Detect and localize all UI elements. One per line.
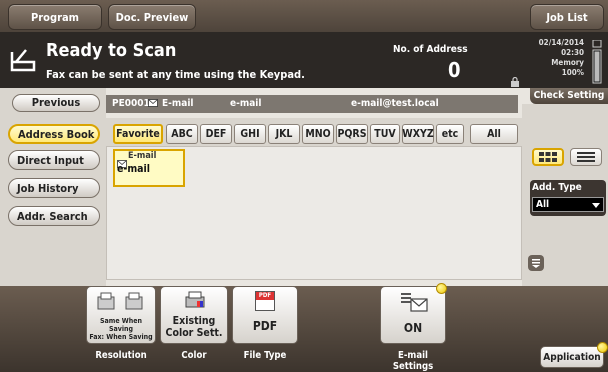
add-type-value: All	[536, 199, 550, 210]
color-label: Color	[181, 350, 207, 361]
list-item[interactable]: E-mail e-mail	[113, 149, 185, 187]
scroll-icon	[532, 259, 540, 268]
email-settings-value: ON	[403, 321, 423, 335]
grid-view-icon	[539, 152, 557, 162]
file-type-button[interactable]: PDF PDF	[232, 286, 298, 344]
resolution-button[interactable]: Same When Saving Fax: When Saving	[86, 286, 156, 344]
email-settings-icon	[401, 293, 428, 312]
previous-button[interactable]: Previous	[12, 94, 100, 112]
index-tab-jkl[interactable]: JKL	[268, 124, 300, 144]
chevron-down-icon	[592, 203, 600, 208]
list-view-button[interactable]	[570, 148, 602, 166]
sidebar-item-direct-input[interactable]: Direct Input	[8, 150, 100, 170]
doc-preview-tab[interactable]: Doc. Preview	[108, 4, 196, 30]
destination-address: e-mail@test.local	[351, 98, 439, 109]
memory-value: 100%	[561, 68, 584, 77]
index-tab-pqrs[interactable]: PQRS	[336, 124, 368, 144]
status-title: Ready to Scan	[46, 40, 177, 61]
index-tab-ghi[interactable]: GHI	[234, 124, 266, 144]
add-type-panel: Add. Type All	[530, 180, 606, 216]
color-value: Existing Color Sett.	[165, 315, 223, 339]
time-text: 02:30	[561, 48, 584, 57]
address-count-label: No. of Address	[393, 44, 468, 55]
email-settings-caption-line2: Settings	[392, 361, 434, 372]
status-message: Fax can be sent at any time using the Ke…	[46, 68, 305, 81]
email-settings-button[interactable]: ON	[380, 286, 446, 344]
entry-name: e-mail	[117, 163, 151, 175]
setting-changed-indicator	[436, 283, 447, 294]
index-tab-wxyz[interactable]: WXYZ	[402, 124, 434, 144]
resolution-icon	[97, 292, 143, 310]
printer-color-icon	[185, 291, 205, 308]
file-type-label: File Type	[243, 350, 287, 361]
add-type-select[interactable]: All	[532, 197, 604, 212]
scroll-button[interactable]	[528, 255, 544, 271]
entry-type: E-mail	[128, 151, 157, 161]
index-tab-etc[interactable]: etc	[436, 124, 464, 144]
date-time-memory: 02/14/2014 02:30 Memory 100%	[530, 38, 584, 78]
destination-name: e-mail	[230, 98, 262, 109]
resolution-value: Same When Saving Fax: When Saving	[87, 317, 155, 341]
address-count: 0	[448, 58, 461, 82]
grid-view-button[interactable]	[532, 148, 564, 166]
destination-id: PE0001	[112, 98, 150, 109]
sidebar-item-job-history[interactable]: Job History	[8, 178, 100, 198]
index-tab-all[interactable]: All	[470, 124, 518, 144]
color-button[interactable]: Existing Color Sett.	[160, 286, 228, 344]
email-settings-caption-line1: E-mail	[398, 350, 428, 361]
index-tab-def[interactable]: DEF	[200, 124, 232, 144]
list-view-icon	[577, 152, 595, 162]
date-text: 02/14/2014	[538, 38, 584, 47]
check-setting-button[interactable]: Check Setting	[530, 88, 608, 104]
memory-label: Memory	[551, 58, 584, 67]
pdf-file-icon: PDF	[255, 291, 275, 311]
application-button[interactable]: Application	[540, 346, 604, 368]
resolution-label: Resolution	[95, 350, 147, 361]
index-tab-abc[interactable]: ABC	[166, 124, 198, 144]
add-type-label: Add. Type	[532, 182, 582, 193]
email-icon	[148, 98, 158, 110]
scan-icon	[8, 46, 38, 78]
sidebar-item-addr-search[interactable]: Addr. Search	[8, 206, 100, 226]
destination-bar: PE0001 E-mail e-mail e-mail@test.local	[106, 95, 518, 113]
pdf-icon-label: PDF	[256, 292, 274, 300]
job-list-tab[interactable]: Job List	[530, 4, 604, 30]
email-settings-label: E-mail Settings	[380, 350, 446, 372]
destination-type: E-mail	[162, 98, 194, 109]
application-indicator	[597, 342, 608, 353]
sidebar-item-address-book[interactable]: Address Book	[8, 124, 100, 144]
index-tab-favorite[interactable]: Favorite	[113, 124, 163, 144]
resolution-line2: Fax: When Saving	[89, 333, 153, 341]
memory-gauge-icon	[590, 39, 604, 88]
file-type-value: PDF	[252, 319, 278, 333]
index-tab-mno[interactable]: MNO	[302, 124, 334, 144]
program-tab[interactable]: Program	[8, 4, 102, 30]
index-tab-tuv[interactable]: TUV	[370, 124, 400, 144]
status-header: Ready to Scan Fax can be sent at any tim…	[0, 32, 608, 88]
resolution-line1: Same When Saving	[100, 317, 142, 333]
